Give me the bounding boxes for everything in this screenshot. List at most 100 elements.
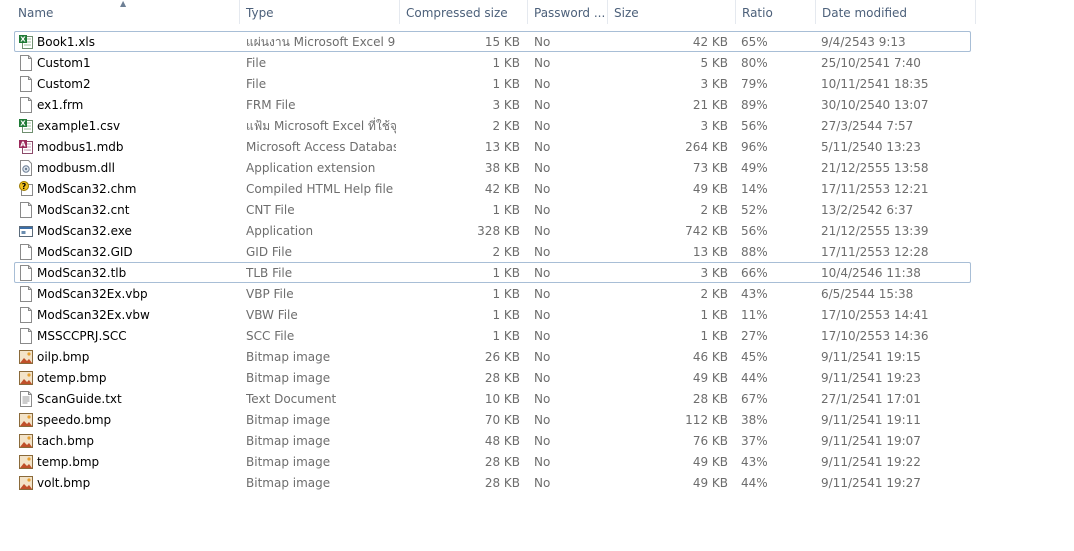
file-row[interactable]: tach.bmp Bitmap image 48 KB No 76 KB 37% 9/11/… [14, 430, 971, 451]
cell-type: Application [246, 224, 314, 238]
file-row[interactable]: MSSCCPRJ.SCC SCC File 1 KB No 1 KB 27% 17/10/2… [14, 325, 971, 346]
cell-size: 49 KB [692, 455, 728, 469]
bitmap-icon [19, 349, 33, 365]
cell-ratio: 65% [741, 35, 768, 49]
cell-size: 49 KB [692, 182, 728, 196]
cell-date-modified: 5/11/2540 13:23 [821, 140, 921, 154]
file-row[interactable]: volt.bmp Bitmap image 28 KB No 49 KB 44% 9/11/… [14, 472, 971, 493]
file-row[interactable]: X Book1.xls แผ่นงาน Microsoft Excel 9... 15… [14, 31, 971, 52]
cell-ratio: 11% [741, 308, 768, 322]
column-header-password[interactable]: Password ... [528, 0, 608, 24]
file-row[interactable]: ModScan32.exe Application 328 KB No 742 KB 56… [14, 220, 971, 241]
column-header-date-modified[interactable]: Date modified [816, 0, 976, 24]
cell-date-modified: 10/11/2541 18:35 [821, 77, 929, 91]
cell-size: 1 KB [700, 329, 728, 343]
cell-size: 1 KB [700, 308, 728, 322]
cell-password: No [534, 413, 551, 427]
cell-password: No [534, 476, 551, 490]
file-row[interactable]: temp.bmp Bitmap image 28 KB No 49 KB 43% 9/11/… [14, 451, 971, 472]
file-row[interactable]: Custom1 File 1 KB No 5 KB 80% 25/10/2541 7:40 [14, 52, 971, 73]
file-row[interactable]: ex1.frm FRM File 3 KB No 21 KB 89% 30/10/2540 … [14, 94, 971, 115]
cell-password: No [534, 392, 551, 406]
svg-text:?: ? [22, 182, 27, 191]
access-icon: A [19, 139, 33, 155]
file-row[interactable]: modbusm.dll Application extension 38 KB No 7… [14, 157, 971, 178]
cell-date-modified: 9/11/2541 19:11 [821, 413, 921, 427]
file-row[interactable]: Amodbus1.mdb Microsoft Access Database 13 … [14, 136, 971, 157]
file-row[interactable]: otemp.bmp Bitmap image 28 KB No 49 KB 44% 9/11… [14, 367, 971, 388]
file-row[interactable]: ScanGuide.txt Text Document 10 KB No 28 KB 67… [14, 388, 971, 409]
file-row[interactable]: ModScan32.GID GID File 2 KB No 13 KB 88% 17/11… [14, 241, 971, 262]
cell-ratio: 49% [741, 161, 768, 175]
cell-type: Bitmap image [246, 413, 331, 427]
cell-ratio: 43% [741, 455, 768, 469]
cell-size: 2 KB [700, 203, 728, 217]
blank-file-icon [19, 265, 33, 281]
cell-name: ModScan32Ex.vbw [37, 308, 150, 322]
cell-type: GID File [246, 245, 292, 259]
cell-date-modified: 6/5/2544 15:38 [821, 287, 914, 301]
file-row[interactable]: ModScan32.tlb TLB File 1 KB No 3 KB 66% 10/4/2… [14, 262, 971, 283]
cell-date-modified: 17/11/2553 12:21 [821, 182, 929, 196]
cell-password: No [534, 140, 551, 154]
cell-compressed-size: 328 KB [477, 224, 520, 238]
file-row[interactable]: speedo.bmp Bitmap image 70 KB No 112 KB 38% 9/… [14, 409, 971, 430]
cell-type: Compiled HTML Help file [246, 182, 394, 196]
cell-ratio: 96% [741, 140, 768, 154]
cell-name: ScanGuide.txt [37, 392, 122, 406]
cell-size: 3 KB [700, 119, 728, 133]
file-row[interactable]: oilp.bmp Bitmap image 26 KB No 46 KB 45% 9/11/… [14, 346, 971, 367]
file-row[interactable]: ModScan32.cnt CNT File 1 KB No 2 KB 52% 13/2/2… [14, 199, 971, 220]
cell-date-modified: 9/11/2541 19:07 [821, 434, 921, 448]
dll-icon [19, 160, 33, 176]
cell-password: No [534, 266, 551, 280]
cell-date-modified: 10/4/2546 11:38 [821, 266, 921, 280]
file-row[interactable]: ? ModScan32.chm Compiled HTML Help file 42 … [14, 178, 971, 199]
svg-text:X: X [20, 120, 26, 128]
cell-compressed-size: 42 KB [484, 182, 520, 196]
cell-ratio: 44% [741, 476, 768, 490]
cell-compressed-size: 1 KB [492, 308, 520, 322]
cell-password: No [534, 224, 551, 238]
cell-date-modified: 17/10/2553 14:41 [821, 308, 929, 322]
cell-name: MSSCCPRJ.SCC [37, 329, 127, 343]
cell-date-modified: 21/12/2555 13:58 [821, 161, 929, 175]
cell-password: No [534, 98, 551, 112]
cell-type: File [246, 77, 267, 91]
cell-date-modified: 17/11/2553 12:28 [821, 245, 929, 259]
file-row[interactable]: Xexample1.csv แฟ้ม Microsoft Excel ที่ใช้… [14, 115, 971, 136]
cell-name: otemp.bmp [37, 371, 107, 385]
cell-ratio: 37% [741, 434, 768, 448]
cell-type: Microsoft Access Database [246, 140, 396, 154]
column-header-size[interactable]: Size [608, 0, 736, 24]
cell-size: 742 KB [685, 224, 728, 238]
cell-size: 13 KB [692, 245, 728, 259]
cell-password: No [534, 371, 551, 385]
cell-date-modified: 25/10/2541 7:40 [821, 56, 921, 70]
cell-ratio: 67% [741, 392, 768, 406]
cell-name: Book1.xls [37, 35, 96, 49]
file-row[interactable]: ModScan32Ex.vbw VBW File 1 KB No 1 KB 11% 17/1… [14, 304, 971, 325]
column-header-ratio[interactable]: Ratio [736, 0, 816, 24]
cell-password: No [534, 434, 551, 448]
column-header-compressed-size[interactable]: Compressed size [400, 0, 528, 24]
cell-compressed-size: 1 KB [492, 77, 520, 91]
cell-compressed-size: 10 KB [484, 392, 520, 406]
sort-ascending-icon: ▲ [120, 0, 127, 8]
column-header-type[interactable]: Type [240, 0, 400, 24]
cell-type: Application extension [246, 161, 376, 175]
file-row[interactable]: ModScan32Ex.vbp VBP File 1 KB No 2 KB 43% 6/5/… [14, 283, 971, 304]
blank-file-icon [19, 55, 33, 71]
cell-password: No [534, 350, 551, 364]
cell-name: ModScan32.exe [37, 224, 132, 238]
bitmap-icon [19, 475, 33, 491]
cell-size: 28 KB [692, 392, 728, 406]
file-row[interactable]: Custom2 File 1 KB No 3 KB 79% 10/11/2541 18:35 [14, 73, 971, 94]
blank-file-icon [19, 97, 33, 113]
cell-name: modbusm.dll [37, 161, 115, 175]
cell-compressed-size: 70 KB [484, 413, 520, 427]
cell-ratio: 66% [741, 266, 768, 280]
cell-ratio: 43% [741, 287, 768, 301]
cell-password: No [534, 329, 551, 343]
cell-name: oilp.bmp [37, 350, 90, 364]
